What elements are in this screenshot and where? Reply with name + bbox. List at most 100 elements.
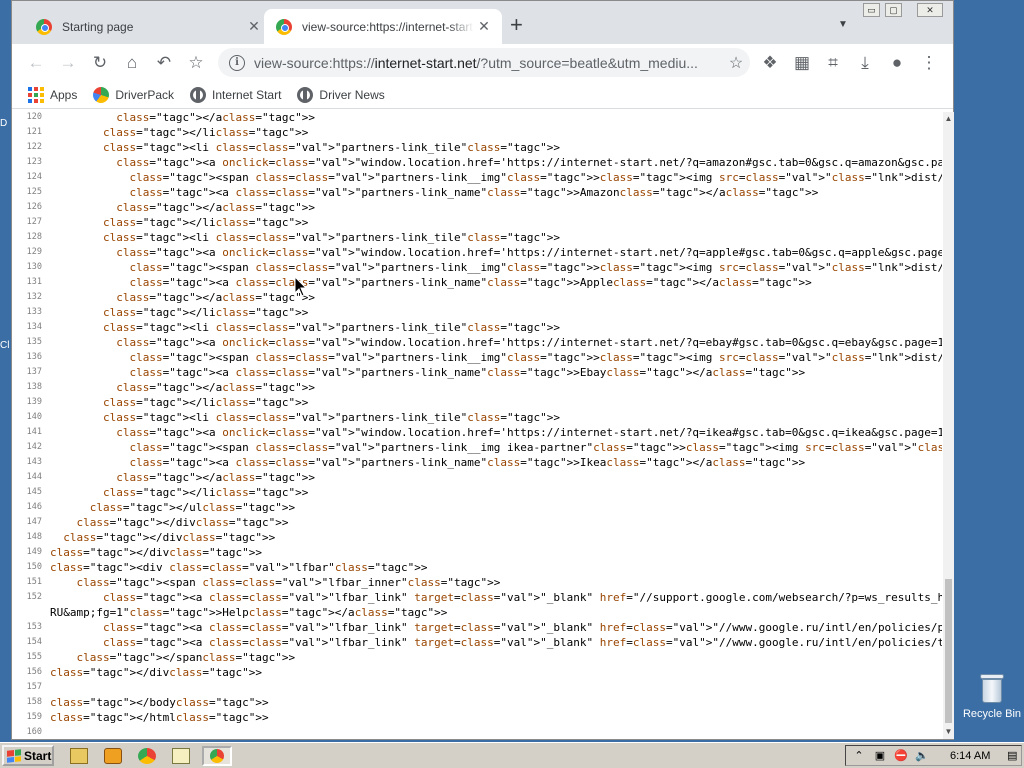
menu-kebab-icon[interactable]: ⋮ (918, 52, 940, 74)
file-explorer-icon[interactable] (70, 748, 88, 764)
source-code: class="tagc"></divclass="tagc">> (76, 516, 289, 529)
tab-starting-page[interactable]: Starting page ✕ (24, 9, 272, 44)
line-number: 131 (26, 277, 42, 287)
security-alert-icon[interactable]: ⛔ (893, 749, 909, 763)
line-number: 150 (26, 562, 42, 572)
start-button[interactable]: Start (2, 745, 54, 766)
address-bar[interactable]: i view-source:https://internet-start.net… (218, 48, 750, 77)
tab-search-chevron-icon[interactable]: ▼ (838, 19, 848, 30)
extension-grid-icon[interactable]: ▦ (791, 52, 813, 74)
line-number: 123 (26, 157, 42, 167)
source-line: 158 class="tagc"></bodyclass="tagc">> (12, 695, 942, 710)
line-number: 153 (26, 622, 42, 632)
source-line: 135 class="tagc"><a onclick=class="val">… (12, 335, 942, 350)
line-number: 135 (26, 337, 42, 347)
line-number: 152 (26, 592, 42, 602)
bookmark-page-star-icon[interactable]: ☆ (722, 53, 750, 73)
desktop-icon-label: Cl (0, 340, 10, 351)
view-source-content[interactable]: 120 class="tagc"></aclass="tagc">> 121 cl… (12, 110, 942, 739)
bookmark-apps[interactable]: Apps (28, 86, 77, 103)
line-number: 139 (26, 397, 42, 407)
source-line: 139 class="tagc"></liclass="tagc">> (12, 395, 942, 410)
line-number: 125 (26, 187, 42, 197)
source-code: class="tagc"></divclass="tagc">> (50, 666, 262, 679)
line-number: 155 (26, 652, 42, 662)
source-code: class="tagc"></bodyclass="tagc">> (50, 696, 269, 709)
close-window-button[interactable]: ✕ (917, 3, 943, 17)
taskbar-chrome-window-button[interactable] (202, 746, 232, 766)
bookmark-internet-start[interactable]: Internet Start (190, 86, 281, 103)
maximize-button[interactable]: ▢ (885, 3, 902, 17)
tab-close-icon[interactable]: ✕ (474, 18, 494, 35)
source-code: class="tagc"><span class=class="val">"lf… (76, 576, 501, 589)
source-code: class="tagc"><span class=class="val">"pa… (129, 441, 942, 454)
line-number: 148 (26, 532, 42, 542)
address-url[interactable]: view-source:https://internet-start.net/?… (254, 55, 722, 71)
back-arrow-icon[interactable]: ← (25, 52, 47, 74)
line-number: 124 (26, 172, 42, 182)
recycle-bin[interactable]: Recycle Bin (960, 672, 1024, 720)
source-code: class="tagc"><a class=class="val">"lfbar… (102, 636, 942, 649)
source-code: class="tagc"><a class=class="val">"partn… (129, 456, 806, 469)
bookmarks-bar: Apps DriverPack Internet Start Driver Ne… (12, 81, 953, 109)
source-code: class="tagc"><a class=class="val">"lfbar… (102, 621, 942, 634)
bookmark-driver-news[interactable]: Driver News (297, 86, 385, 103)
site-info-icon[interactable]: i (229, 54, 245, 71)
source-line: 125 class="tagc"><a class=class="val">"p… (12, 185, 942, 200)
source-line: 142 class="tagc"><span class=class="val"… (12, 440, 942, 455)
tab-view-source[interactable]: view-source:https://internet-start.net/?… (264, 9, 502, 44)
bookmark-star-icon[interactable]: ☆ (185, 52, 207, 74)
bookmark-driverpack[interactable]: DriverPack (93, 86, 175, 103)
source-line: 150 class="tagc"><div class=class="val">"… (12, 560, 942, 575)
forward-arrow-icon[interactable]: → (57, 52, 79, 74)
notification-icon[interactable]: ▤ (1004, 749, 1020, 763)
crop-icon[interactable]: ⌗ (822, 52, 844, 74)
line-number: 141 (26, 427, 42, 437)
media-player-icon[interactable] (104, 748, 122, 764)
source-code: class="tagc"></liclass="tagc">> (102, 486, 309, 499)
profile-avatar-icon[interactable]: ● (886, 52, 908, 74)
line-number: 145 (26, 487, 42, 497)
source-line: 140 class="tagc"><li class=class="val">"… (12, 410, 942, 425)
source-code: class="tagc"></ulclass="tagc">> (89, 501, 296, 514)
source-line: 146 class="tagc"></ulclass="tagc">> (12, 500, 942, 515)
show-hidden-icons-icon[interactable]: ⌃ (851, 749, 867, 763)
vertical-scrollbar[interactable]: ▲ ▼ (943, 112, 954, 739)
minimize-button[interactable]: ▭ (863, 3, 880, 17)
chrome-icon[interactable] (138, 748, 156, 764)
scrollbar-thumb[interactable] (945, 579, 952, 723)
source-line: 152 class="tagc"><a class=class="val">"l… (12, 590, 942, 605)
line-number: 146 (26, 502, 42, 512)
source-line: 153 class="tagc"><a class=class="val">"l… (12, 620, 942, 635)
source-line: 122 class="tagc"><li class=class="val">"… (12, 140, 942, 155)
source-line: 127 class="tagc"></liclass="tagc">> (12, 215, 942, 230)
home-icon[interactable]: ⌂ (121, 52, 143, 74)
scroll-up-arrow-icon[interactable]: ▲ (943, 112, 954, 126)
line-number: 147 (26, 517, 42, 527)
line-number: 151 (26, 577, 42, 587)
line-number: 133 (26, 307, 42, 317)
source-code: class="tagc"></aclass="tagc">> (116, 111, 315, 124)
system-tray: ⌃ ▣ ⛔ 🔈 6:14 AM ▤ (845, 745, 1022, 766)
scroll-down-arrow-icon[interactable]: ▼ (943, 725, 954, 739)
volume-icon[interactable]: 🔈 (914, 749, 930, 763)
extension-icon[interactable]: ❖ (759, 52, 781, 74)
undo-icon[interactable]: ↶ (153, 52, 175, 74)
source-code: class="tagc"></liclass="tagc">> (102, 216, 309, 229)
new-tab-button[interactable]: + (510, 13, 523, 37)
notepad-icon[interactable] (172, 748, 190, 764)
reload-icon[interactable]: ↻ (89, 52, 111, 74)
bookmark-label: DriverPack (115, 87, 175, 102)
network-icon[interactable]: ▣ (872, 749, 888, 763)
source-line: 128 class="tagc"><li class=class="val">"… (12, 230, 942, 245)
windows-logo-icon (7, 748, 21, 763)
tab-title: view-source:https://internet-start.net/?… (302, 19, 474, 34)
line-number: 158 (26, 697, 42, 707)
source-code: RU&amp;fg=1"class="tagc">>Helpclass="tag… (50, 606, 448, 619)
source-code: class="tagc"><span class=class="val">"pa… (129, 171, 942, 184)
tab-close-icon[interactable]: ✕ (244, 18, 264, 35)
download-icon[interactable]: ⤓ (854, 52, 876, 74)
navigation-toolbar: ← → ↻ ⌂ ↶ ☆ i view-source:https://intern… (12, 44, 953, 81)
line-number: 126 (26, 202, 42, 212)
line-number: 157 (26, 682, 42, 692)
